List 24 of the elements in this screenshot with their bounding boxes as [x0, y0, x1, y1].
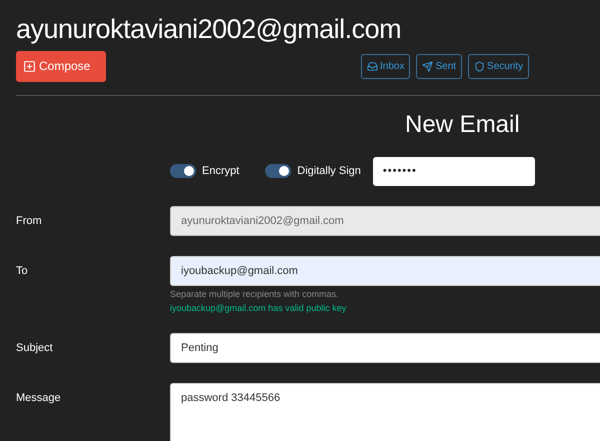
nav-button[interactable]: Inbox	[361, 54, 410, 78]
nav-button[interactable]: Security	[468, 54, 530, 78]
compose-button[interactable]: Compose	[16, 50, 106, 82]
shield-icon	[474, 60, 486, 72]
toggle-switch[interactable]	[265, 164, 292, 178]
inbox-icon	[367, 60, 378, 72]
send-icon	[422, 60, 434, 72]
account-title: ayunuroktaviani2002@gmail.com	[16, 13, 402, 46]
plus-icon	[23, 60, 36, 72]
input-field[interactable]: iyoubackup@gmail.com	[170, 256, 600, 286]
toggle-switch[interactable]	[170, 164, 196, 178]
toggle-label: Encrypt	[202, 165, 240, 177]
key-status-text: iyoubackup@gmail.com has valid public key	[170, 303, 346, 313]
input-field[interactable]: Penting	[170, 333, 600, 363]
field-label: Subject	[16, 341, 54, 356]
form-heading: New Email	[405, 110, 520, 140]
nav-button[interactable]: Sent	[416, 54, 462, 78]
field-label: To	[16, 264, 29, 279]
toggle-label: Digitally Sign	[297, 165, 361, 177]
field-label: From	[16, 214, 43, 229]
field-label: Message	[16, 391, 62, 406]
help-text: Separate multiple recipients with commas.	[170, 289, 339, 299]
passphrase-field[interactable]: •••••••	[372, 156, 535, 186]
message-field[interactable]: password 33445566	[170, 383, 600, 441]
